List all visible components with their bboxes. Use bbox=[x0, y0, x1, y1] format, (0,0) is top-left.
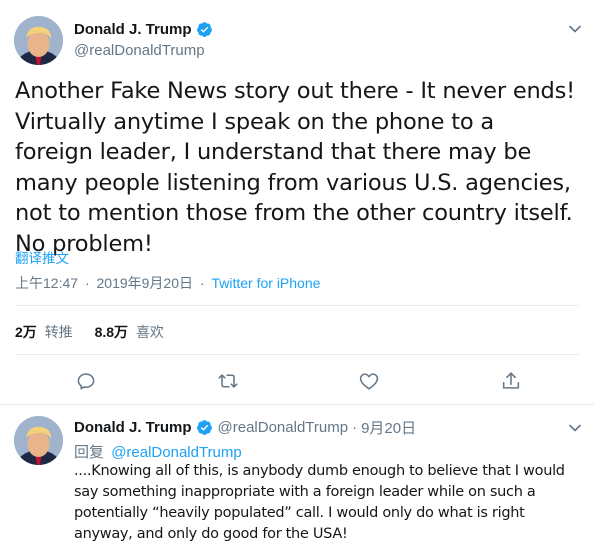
reply-header: Donald J. Trump @realDonaldTrump · 9月20日 bbox=[74, 417, 416, 438]
divider bbox=[15, 354, 579, 355]
retweets-count: 2万 bbox=[15, 324, 37, 340]
reply-mention-link[interactable]: @realDonaldTrump bbox=[111, 444, 242, 461]
divider bbox=[15, 305, 579, 306]
meta-separator: · bbox=[352, 419, 358, 436]
avatar[interactable] bbox=[14, 16, 63, 65]
tweet-date[interactable]: 2019年9月20日 bbox=[97, 275, 194, 291]
likes-count: 8.8万 bbox=[94, 324, 129, 340]
author-handle[interactable]: @realDonaldTrump bbox=[218, 419, 349, 436]
reply-icon[interactable] bbox=[75, 370, 97, 392]
tweet-time[interactable]: 上午12:47 bbox=[15, 275, 78, 291]
meta-separator: · bbox=[84, 275, 90, 291]
tweet-stats: 2万 转推 8.8万 喜欢 bbox=[15, 322, 182, 342]
retweet-icon[interactable] bbox=[217, 370, 239, 392]
author-display-name[interactable]: Donald J. Trump bbox=[74, 419, 192, 436]
verified-badge-icon bbox=[196, 21, 213, 38]
heart-icon[interactable] bbox=[358, 370, 380, 392]
meta-separator: · bbox=[199, 275, 205, 291]
replying-to: 回复 @realDonaldTrump bbox=[74, 441, 242, 462]
tweet-actions bbox=[0, 370, 594, 394]
likes-label: 喜欢 bbox=[135, 324, 164, 340]
author-handle[interactable]: @realDonaldTrump bbox=[74, 42, 205, 59]
tweet-meta: 上午12:47 · 2019年9月20日 · Twitter for iPhon… bbox=[15, 273, 320, 293]
author-display-name[interactable]: Donald J. Trump bbox=[74, 21, 192, 38]
author-name-row: Donald J. Trump bbox=[74, 21, 213, 38]
chevron-down-icon[interactable] bbox=[567, 420, 583, 436]
share-icon[interactable] bbox=[500, 370, 522, 392]
retweets-label: 转推 bbox=[44, 324, 73, 340]
main-tweet: Donald J. Trump @realDonaldTrump Another… bbox=[0, 0, 594, 405]
reply-text: ....Knowing all of this, is anybody dumb… bbox=[74, 463, 565, 542]
retweets-stat[interactable]: 2万 转推 bbox=[15, 324, 77, 340]
tweet-text: Another Fake News story out there - It n… bbox=[15, 78, 575, 257]
reply-tweet[interactable]: Donald J. Trump @realDonaldTrump · 9月20日… bbox=[0, 405, 594, 550]
avatar[interactable] bbox=[14, 416, 63, 465]
tweet-date[interactable]: 9月20日 bbox=[361, 417, 416, 438]
chevron-down-icon[interactable] bbox=[567, 21, 583, 37]
reply-prefix: 回复 bbox=[74, 444, 105, 461]
verified-badge-icon bbox=[196, 419, 213, 436]
author-handle-row: @realDonaldTrump bbox=[74, 42, 205, 59]
translate-tweet-link[interactable]: 翻译推文 bbox=[15, 247, 69, 267]
likes-stat[interactable]: 8.8万 喜欢 bbox=[95, 324, 164, 340]
tweet-source-link[interactable]: Twitter for iPhone bbox=[211, 275, 320, 291]
